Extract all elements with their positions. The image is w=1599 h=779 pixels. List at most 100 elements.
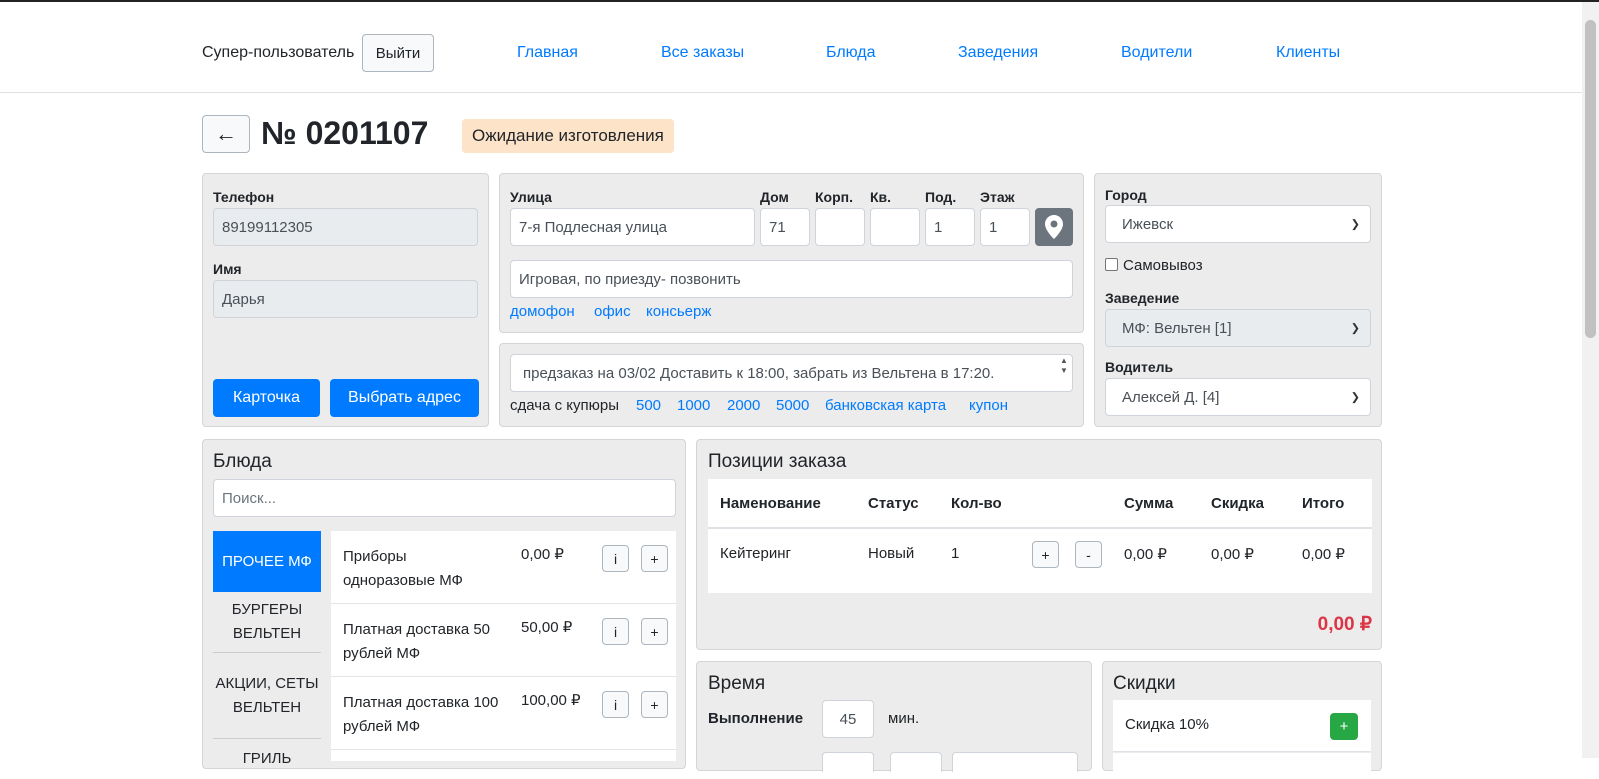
dishes-title: Блюда xyxy=(213,451,272,472)
change-option-coupon[interactable]: купон xyxy=(969,397,1008,414)
driver-select[interactable]: Алексей Д. [4] ❯ xyxy=(1105,378,1371,416)
qty-decrease-button[interactable]: - xyxy=(1075,541,1102,568)
execution-time-unit: мин. xyxy=(888,710,920,727)
chevron-down-icon: ❯ xyxy=(1350,391,1360,404)
note-scroll-arrows-icon[interactable]: ▲ ▼ xyxy=(1058,356,1070,390)
position-total: 0,00 ₽ xyxy=(1302,546,1345,563)
city-select-value: Ижевск xyxy=(1122,215,1174,233)
name-field[interactable]: Дарья xyxy=(213,280,478,318)
block-label: Корп. xyxy=(815,189,853,205)
change-option-bank-card[interactable]: банковская карта xyxy=(825,397,946,414)
logout-button[interactable]: Выйти xyxy=(362,34,434,72)
nav-link-dishes[interactable]: Блюда xyxy=(826,44,876,62)
entrance-label: Под. xyxy=(925,189,957,205)
qty-increase-button[interactable]: + xyxy=(1032,541,1059,568)
entrance-field[interactable]: 1 xyxy=(925,208,975,246)
dish-name: Приборы одноразовые МФ xyxy=(343,548,463,589)
nav-link-home[interactable]: Главная xyxy=(517,44,578,62)
col-header-status: Статус xyxy=(868,495,919,512)
change-option-2000[interactable]: 2000 xyxy=(727,397,760,414)
position-discount: 0,00 ₽ xyxy=(1211,546,1254,563)
map-pin-icon xyxy=(1045,215,1063,239)
change-option-5000[interactable]: 5000 xyxy=(776,397,809,414)
position-qty: 1 xyxy=(951,545,960,562)
change-option-1000[interactable]: 1000 xyxy=(677,397,710,414)
discount-name: Скидка 10% xyxy=(1125,716,1209,733)
col-header-total: Итого xyxy=(1302,495,1345,512)
quick-comment-concierge[interactable]: консьерж xyxy=(646,303,711,320)
quick-comment-intercom[interactable]: домофон xyxy=(510,303,575,320)
nav-link-all-orders[interactable]: Все заказы xyxy=(661,44,744,62)
time-input-3[interactable] xyxy=(890,752,942,772)
order-note-field[interactable]: предзаказ на 03/02 Доставить к 18:00, за… xyxy=(510,354,1073,392)
page-scrollbar-thumb[interactable] xyxy=(1585,20,1596,338)
dish-price: 100,00 ₽ xyxy=(521,692,581,709)
change-label: сдача с купюры xyxy=(510,397,619,414)
chevron-down-icon: ❯ xyxy=(1350,322,1360,335)
col-header-name: Наменование xyxy=(720,495,821,512)
discount-list-item xyxy=(1113,753,1371,773)
execution-time-label: Выполнение xyxy=(708,710,804,727)
driver-select-value: Алексей Д. [4] xyxy=(1122,388,1220,406)
dish-info-button[interactable]: i xyxy=(602,691,629,718)
dish-name: Платная доставка 50 рублей МФ xyxy=(343,621,491,662)
dish-add-button[interactable]: + xyxy=(641,545,668,572)
chevron-down-icon: ❯ xyxy=(1350,218,1360,231)
name-label: Имя xyxy=(213,261,242,277)
driver-label: Водитель xyxy=(1105,359,1174,375)
house-field[interactable]: 71 xyxy=(760,208,810,246)
back-button[interactable]: ← xyxy=(202,115,250,153)
nav-link-places[interactable]: Заведения xyxy=(958,44,1038,62)
position-sum: 0,00 ₽ xyxy=(1124,546,1167,563)
nav-link-clients[interactable]: Клиенты xyxy=(1276,44,1340,62)
dish-add-button[interactable]: + xyxy=(641,691,668,718)
time-title: Время xyxy=(708,673,766,694)
change-option-500[interactable]: 500 xyxy=(636,397,661,414)
category-item-other-mf[interactable]: ПРОЧЕЕ МФ xyxy=(213,531,321,592)
col-header-sum: Сумма xyxy=(1124,495,1174,512)
place-select-value: МФ: Вельтен [1] xyxy=(1122,319,1232,337)
city-label: Город xyxy=(1105,187,1147,203)
dish-add-button[interactable]: + xyxy=(641,618,668,645)
order-number-title: № 0201107 xyxy=(261,115,429,151)
discounts-title: Скидки xyxy=(1113,673,1176,694)
address-comment-field[interactable]: Игровая, по приезду- позвонить xyxy=(510,260,1073,298)
quick-comment-office[interactable]: офис xyxy=(594,303,631,320)
add-discount-button[interactable]: + xyxy=(1330,713,1358,740)
execution-time-input[interactable]: 45 xyxy=(822,700,874,738)
nav-link-drivers[interactable]: Водители xyxy=(1121,44,1192,62)
position-name: Кейтеринг xyxy=(720,545,791,562)
dish-price: 50,00 ₽ xyxy=(521,619,573,636)
phone-label: Телефон xyxy=(213,189,275,205)
place-select[interactable]: МФ: Вельтен [1] ❯ xyxy=(1105,309,1371,347)
apartment-field[interactable] xyxy=(870,208,920,246)
time-input-4[interactable] xyxy=(952,752,1078,772)
house-label: Дом xyxy=(760,189,789,205)
category-item-burgers[interactable]: БУРГЕРЫ ВЕЛЬТЕН xyxy=(213,592,321,653)
col-header-discount: Скидка xyxy=(1211,495,1264,512)
dish-info-button[interactable]: i xyxy=(602,545,629,572)
order-positions-title: Позиции заказа xyxy=(708,451,847,472)
street-field[interactable]: 7-я Подлесная улица xyxy=(510,208,755,246)
apartment-label: Кв. xyxy=(870,189,892,205)
category-item-promo-sets[interactable]: АКЦИИ, СЕТЫ ВЕЛЬТЕН xyxy=(213,653,321,739)
street-label: Улица xyxy=(510,189,552,205)
phone-field[interactable]: 89199112305 xyxy=(213,208,478,246)
block-field[interactable] xyxy=(815,208,865,246)
position-status: Новый xyxy=(868,545,915,562)
dish-info-button[interactable]: i xyxy=(602,618,629,645)
category-item-grill[interactable]: ГРИЛЬ xyxy=(213,739,321,779)
choose-address-button[interactable]: Выбрать адрес xyxy=(330,379,479,417)
map-pin-button[interactable] xyxy=(1035,208,1073,246)
city-select[interactable]: Ижевск ❯ xyxy=(1105,205,1371,243)
floor-field[interactable]: 1 xyxy=(980,208,1030,246)
client-card-button[interactable]: Карточка xyxy=(213,379,320,417)
order-grand-total: 0,00 ₽ xyxy=(1317,614,1372,635)
time-input-2[interactable] xyxy=(822,752,874,772)
pickup-checkbox[interactable] xyxy=(1105,258,1118,271)
pickup-label: Самовывоз xyxy=(1123,257,1203,274)
place-label: Заведение xyxy=(1105,290,1180,306)
dish-name: Платная доставка 100 рублей МФ xyxy=(343,694,499,735)
dish-search-input[interactable]: Поиск... xyxy=(213,479,676,517)
floor-label: Этаж xyxy=(980,189,1015,205)
